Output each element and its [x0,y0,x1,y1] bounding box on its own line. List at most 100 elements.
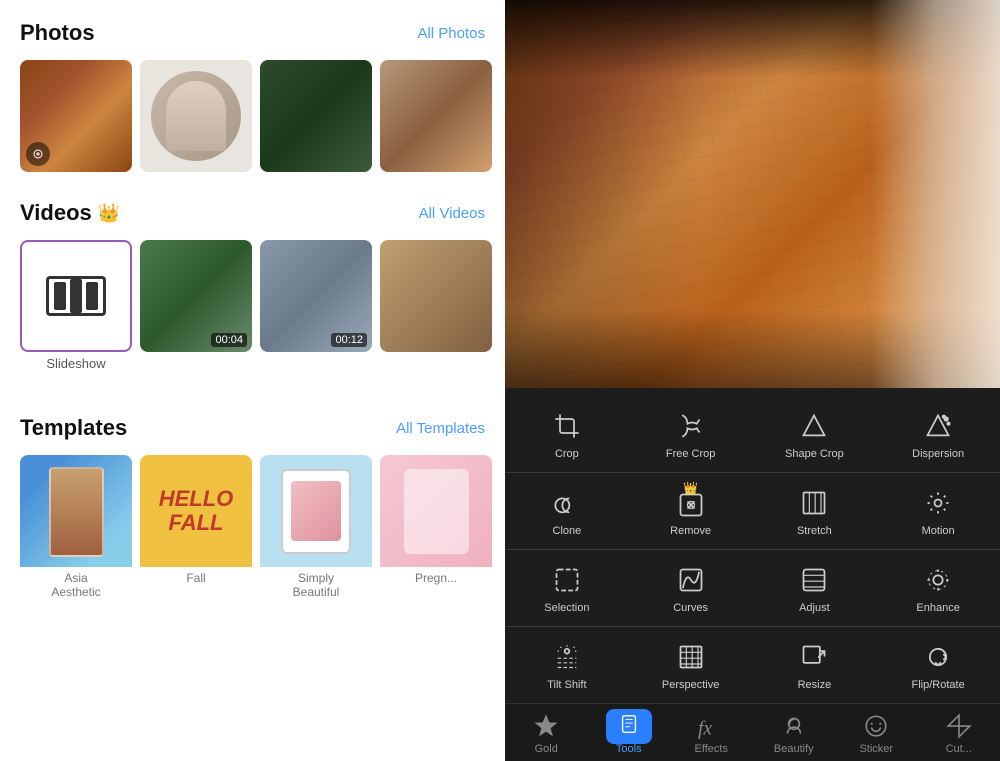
nav-effects-label: Effects [695,743,728,755]
crop-label: Crop [555,448,579,460]
tool-free-crop[interactable]: Free Crop [629,396,753,472]
all-videos-link[interactable]: All Videos [419,205,485,222]
remove-label: Remove [670,525,711,537]
tilt-shift-icon [549,639,585,675]
tool-selection[interactable]: Selection [505,550,629,626]
photo-preview [505,0,1000,388]
templates-title: Templates [20,415,127,441]
video-thumb-1[interactable]: 00:04 [140,240,252,352]
shape-crop-label: Shape Crop [785,448,844,460]
template-card-3[interactable]: Pregn... [380,455,492,603]
left-panel: Photos All Photos Videos 👑 All Videos [0,0,505,761]
tool-tilt-shift[interactable]: Tilt Shift [505,627,629,703]
tool-curves[interactable]: Curves [629,550,753,626]
templates-row: AsiaAesthetic HELLOFALL Fall SimplyBeaut… [20,455,505,603]
tool-dispersion[interactable]: Dispersion [876,396,1000,472]
selection-label: Selection [544,602,589,614]
clone-icon [549,485,585,521]
slideshow-label: Slideshow [46,352,105,371]
nav-beautify-label: Beautify [774,743,814,755]
svg-text:fx: fx [698,719,712,739]
tools-active-bg [606,709,652,744]
templates-section-header: Templates All Templates [20,415,505,441]
tool-shape-crop[interactable]: Shape Crop [753,396,877,472]
template-label-3: Pregn... [380,567,492,589]
all-photos-link[interactable]: All Photos [417,25,485,42]
nav-sticker-label: Sticker [859,743,893,755]
videos-section-header: Videos 👑 All Videos [20,200,505,226]
photos-row [20,60,505,172]
tools-panel: Crop Free Crop Shape Crop Dispersion [505,388,1000,703]
videos-crown-icon: 👑 [98,203,120,224]
dispersion-icon [920,408,956,444]
videos-title: Videos 👑 [20,200,120,226]
video-thumb-2[interactable]: 00:12 [260,240,372,352]
hello-fall-text: HELLOFALL [159,487,234,535]
nav-tools[interactable]: Tools [588,712,671,755]
tool-enhance[interactable]: Enhance [876,550,1000,626]
template-card-0[interactable]: AsiaAesthetic [20,455,132,603]
tool-perspective[interactable]: Perspective [629,627,753,703]
photo-thumb-1[interactable] [20,60,132,172]
tilt-shift-label: Tilt Shift [547,679,586,691]
photo-thumb-4[interactable] [380,60,492,172]
crop-icon [549,408,585,444]
tools-row-1: Crop Free Crop Shape Crop Dispersion [505,396,1000,472]
tool-crop[interactable]: Crop [505,396,629,472]
tool-stretch[interactable]: Stretch [753,473,877,549]
beautify-icon [780,712,808,740]
template-thumb-1: HELLOFALL [140,455,252,567]
template-label-0: AsiaAesthetic [20,567,132,603]
perspective-label: Perspective [662,679,719,691]
slideshow-item[interactable]: Slideshow [20,240,132,395]
adjust-label: Adjust [799,602,830,614]
selection-icon [549,562,585,598]
template-card-1[interactable]: HELLOFALL Fall [140,455,252,603]
nav-beautify[interactable]: Beautify [753,712,836,755]
nav-cutout-label: Cut... [946,743,972,755]
photo-thumb-2[interactable] [140,60,252,172]
tool-motion[interactable]: Motion [876,473,1000,549]
free-crop-label: Free Crop [666,448,716,460]
cutout-icon [945,712,973,740]
photos-title: Photos [20,20,95,46]
motion-label: Motion [922,525,955,537]
tool-remove[interactable]: 👑 Remove [629,473,753,549]
tool-resize[interactable]: Resize [753,627,877,703]
tool-clone[interactable]: Clone [505,473,629,549]
curves-icon [673,562,709,598]
curves-label: Curves [673,602,708,614]
tools-row-3: Selection Curves Adjust Enhance [505,549,1000,626]
tool-flip-rotate[interactable]: Flip/Rotate [876,627,1000,703]
video-duration-2: 00:12 [331,333,367,347]
tool-adjust[interactable]: Adjust [753,550,877,626]
stretch-label: Stretch [797,525,832,537]
shape-crop-icon [796,408,832,444]
clone-label: Clone [553,525,582,537]
stretch-icon [796,485,832,521]
video-duration-1: 00:04 [211,333,247,347]
nav-gold[interactable]: Gold [505,712,588,755]
adjust-icon [796,562,832,598]
bottom-nav: Gold Tools fx Effects Beautify [505,703,1000,761]
nav-effects[interactable]: fx Effects [670,712,753,755]
photo-thumb-3[interactable] [260,60,372,172]
photos-section-header: Photos All Photos [20,20,505,46]
all-templates-link[interactable]: All Templates [396,420,485,437]
tools-row-4: Tilt Shift Perspective Resize Flip/Rotat… [505,626,1000,703]
effects-icon: fx [697,712,725,740]
template-card-2[interactable]: SimplyBeautiful [260,455,372,603]
slideshow-icon [46,276,106,316]
free-crop-icon [673,408,709,444]
tools-row-2: Clone 👑 Remove Stretch Motion [505,472,1000,549]
motion-icon [920,485,956,521]
nav-cutout[interactable]: Cut... [918,712,1000,755]
video-thumb-3[interactable] [380,240,492,352]
sticker-icon [862,712,890,740]
nav-sticker[interactable]: Sticker [835,712,918,755]
dispersion-label: Dispersion [912,448,964,460]
gold-icon [532,712,560,740]
photo-badge-1 [26,142,50,166]
resize-label: Resize [798,679,832,691]
template-label-1: Fall [140,567,252,589]
